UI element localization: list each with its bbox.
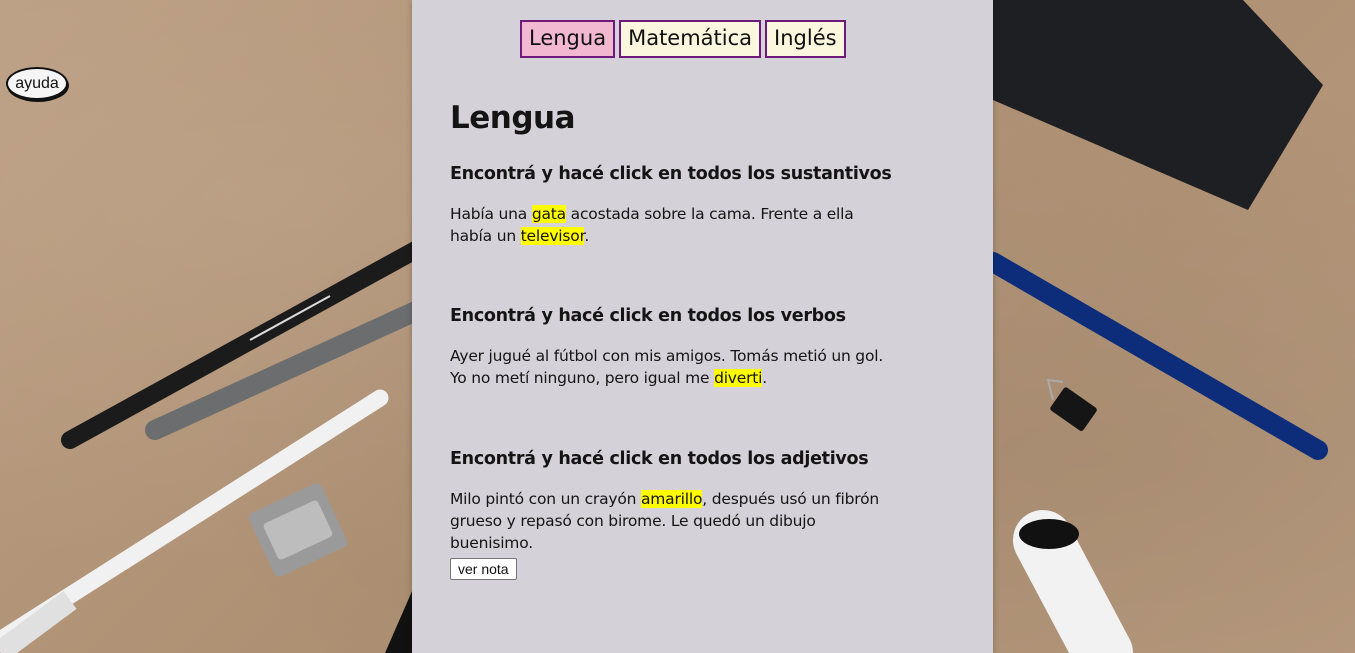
desk-decoration-left [0,233,458,653]
highlighted-word[interactable]: televisor [520,227,585,245]
exercise-text-adjectives: Milo pintó con un crayón amarillo, despu… [450,488,900,554]
text-segment: . [584,227,590,245]
exercise-text-nouns: Había una gata acostada sobre la cama. F… [450,203,900,247]
tab-lengua[interactable]: Lengua [520,20,616,58]
view-grade-button[interactable]: ver nota [450,558,517,580]
tab-ingles[interactable]: Inglés [765,20,846,58]
exercise-content: Lengua Encontrá y hacé click en todos lo… [450,100,900,554]
tab-matematica[interactable]: Matemática [619,20,762,58]
section-heading-adjectives: Encontrá y hacé click en todos los adjet… [450,449,869,469]
highlighted-word[interactable]: gata [531,205,566,223]
highlighted-word[interactable]: diverti [714,369,762,387]
text-segment: Milo pintó con un crayón [450,490,641,508]
sharpener-illustration [248,483,348,577]
page-title: Lengua [450,100,576,136]
highlighted-word[interactable]: amarillo [640,490,702,508]
text-segment: Ayer jugué al fútbol con mis amigos. Tom… [450,347,884,387]
help-button[interactable]: ayuda [6,67,68,100]
text-segment: . [762,369,768,387]
text-segment: Había una [450,205,532,223]
section-heading-nouns: Encontrá y hacé click en todos los susta… [450,164,892,184]
desk-decoration-right [993,0,1328,653]
subject-tabs: Lengua Matemática Inglés [520,20,846,58]
exercise-text-verbs: Ayer jugué al fútbol con mis amigos. Tom… [450,345,900,389]
section-heading-verbs: Encontrá y hacé click en todos los verbo… [450,306,846,326]
